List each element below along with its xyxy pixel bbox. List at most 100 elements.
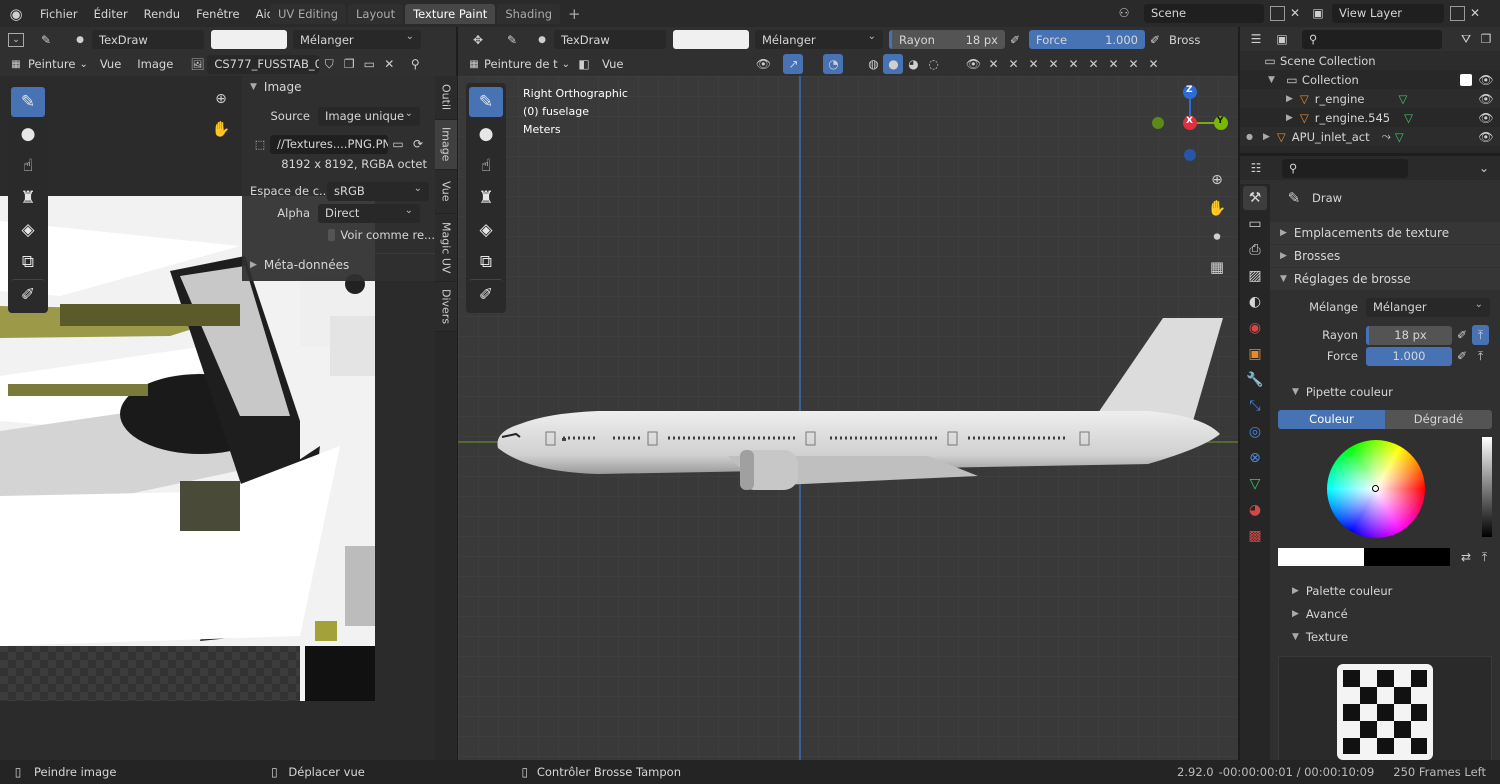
- tab-texture-paint[interactable]: Texture Paint: [405, 4, 496, 24]
- viewport-menu-vue[interactable]: Vue: [602, 57, 623, 71]
- mirror-y-icon[interactable]: ✕: [1063, 54, 1083, 74]
- palette-section[interactable]: ▶ Palette couleur: [1270, 580, 1500, 602]
- wireframe-shading-icon[interactable]: ◍: [863, 54, 883, 74]
- viewport-zoom-icon[interactable]: ⊕: [1204, 167, 1230, 193]
- y-axis-lock-icon[interactable]: ✕: [1003, 54, 1023, 74]
- constraints-tab-icon[interactable]: ⊗: [1243, 446, 1267, 470]
- outliner-row-scene-collection[interactable]: ▭ Scene Collection: [1240, 51, 1500, 70]
- close-view-layer-icon[interactable]: ✕: [1465, 3, 1485, 23]
- face-mask-icon[interactable]: ◧: [574, 54, 594, 74]
- copy-view-layer-icon[interactable]: [1450, 5, 1465, 21]
- vp-mask-tool-icon[interactable]: ⧉: [469, 247, 503, 277]
- view-as-render-checkbox[interactable]: [328, 229, 336, 241]
- colorspace-dropdown[interactable]: sRGB: [327, 181, 429, 201]
- add-workspace-button[interactable]: +: [562, 5, 587, 23]
- browse-folder-icon[interactable]: ▭: [388, 134, 408, 154]
- tab-image[interactable]: Image: [435, 120, 457, 170]
- data-tab-icon[interactable]: ▽: [1243, 472, 1267, 496]
- mode-dropdown[interactable]: Peinture de t: [484, 57, 558, 71]
- view-layer-tab-icon[interactable]: ▨: [1243, 264, 1267, 288]
- collection-visibility-icon[interactable]: 👁: [1476, 70, 1496, 90]
- gradient-tab[interactable]: Dégradé: [1385, 410, 1492, 429]
- menu-fichier[interactable]: Fichier: [40, 7, 78, 21]
- annotate-tool-icon[interactable]: ✐: [11, 279, 45, 309]
- vp-annotate-tool-icon[interactable]: ✐: [469, 279, 503, 309]
- primary-color-swatch[interactable]: [1278, 548, 1364, 566]
- secondary-color-swatch[interactable]: [1364, 548, 1450, 566]
- copy-scene-icon[interactable]: [1270, 5, 1285, 21]
- filter-icon[interactable]: ⛛: [1456, 29, 1476, 49]
- texture-preview[interactable]: [1278, 656, 1492, 768]
- view-layer-field[interactable]: View Layer: [1332, 3, 1444, 23]
- close-scene-icon[interactable]: ✕: [1285, 3, 1305, 23]
- prop-radius-slider[interactable]: 18 px: [1366, 325, 1452, 345]
- color-picker-section[interactable]: ▼ Pipette couleur: [1270, 381, 1500, 403]
- editor-type-icon[interactable]: ⌄: [8, 32, 24, 47]
- brush-menu[interactable]: Bross: [1169, 33, 1200, 47]
- menu-fenetre[interactable]: Fenêtre: [196, 7, 239, 21]
- tile-x-icon[interactable]: ✕: [1103, 54, 1123, 74]
- unlink-image-icon[interactable]: ✕: [379, 54, 399, 74]
- properties-options-icon[interactable]: ⌄: [1474, 158, 1494, 178]
- filepath-field[interactable]: //Textures....PNG.PNG: [270, 134, 388, 154]
- particles-tab-icon[interactable]: ⤡: [1243, 394, 1267, 418]
- outliner-search-input[interactable]: ⚲: [1302, 29, 1442, 49]
- brush-preview-icon-2[interactable]: ●: [532, 30, 552, 50]
- prop-radius-unit-icon[interactable]: ⤒: [1472, 325, 1489, 345]
- transform-tool-icon[interactable]: ✥: [468, 30, 488, 50]
- outliner-row-r-engine[interactable]: ▶ ▽ r_engine ▽ 👁: [1240, 89, 1500, 108]
- brush-preview-icon[interactable]: ●: [70, 30, 90, 50]
- tool-tab-icon[interactable]: ⚒: [1243, 186, 1267, 210]
- visibility-icon[interactable]: 👁: [753, 54, 773, 74]
- object-tab-icon[interactable]: ▣: [1243, 342, 1267, 366]
- render-tab-icon[interactable]: ▭: [1243, 212, 1267, 236]
- tab-outil[interactable]: Outil: [435, 76, 457, 120]
- image-name-field[interactable]: CS777_FUSSTAB_03...: [207, 54, 320, 74]
- texture-slots-section[interactable]: ▶ Emplacements de texture: [1270, 222, 1500, 244]
- color-unit-icon[interactable]: ⤒: [1476, 547, 1493, 567]
- new-image-icon[interactable]: ❐: [339, 54, 359, 74]
- clone-tool-icon[interactable]: ♜: [11, 183, 45, 213]
- pan-hand-icon[interactable]: ✋: [208, 116, 234, 142]
- outliner-row-collection[interactable]: ▼ ▭ Collection 👁: [1240, 70, 1500, 89]
- viewport-pan-icon[interactable]: ✋: [1204, 195, 1230, 221]
- metadata-section-header[interactable]: ▶ Méta-données: [242, 253, 435, 275]
- brush-color-swatch[interactable]: [211, 30, 287, 49]
- mirror-x-icon[interactable]: ✕: [1043, 54, 1063, 74]
- properties-editor-icon[interactable]: ☷: [1246, 158, 1266, 178]
- physics-tab-icon[interactable]: ◎: [1243, 420, 1267, 444]
- scene-icon[interactable]: ⚇: [1114, 3, 1134, 23]
- vp-clone-tool-icon[interactable]: ♜: [469, 183, 503, 213]
- color-tab[interactable]: Couleur: [1278, 410, 1385, 429]
- x-axis-lock-icon[interactable]: ✕: [983, 54, 1003, 74]
- tab-magic-uv[interactable]: Magic UV: [435, 214, 457, 282]
- open-image-icon[interactable]: ▭: [359, 54, 379, 74]
- vp-draw-tool-icon[interactable]: ✎: [469, 87, 503, 117]
- overlay-toggle-icon[interactable]: ◔: [823, 54, 844, 74]
- camera-view-icon[interactable]: ⏺: [1204, 224, 1230, 250]
- viewport-brush-name-field[interactable]: TexDraw: [554, 30, 666, 49]
- brush-name-field[interactable]: TexDraw: [92, 30, 204, 49]
- material-shading-icon[interactable]: ◕: [903, 54, 923, 74]
- pin-icon[interactable]: ⚲: [405, 54, 425, 74]
- prop-radius-pressure-icon[interactable]: ✐: [1452, 325, 1472, 345]
- tab-shading[interactable]: Shading: [497, 4, 561, 24]
- apu-visibility-icon[interactable]: 👁: [1476, 127, 1496, 147]
- rendered-shading-icon[interactable]: ◌: [923, 54, 943, 74]
- swap-colors-icon[interactable]: ⇄: [1456, 547, 1476, 567]
- scene-name-field[interactable]: Scene: [1144, 3, 1264, 23]
- paint-mode-dropdown[interactable]: Peinture: [28, 57, 75, 71]
- viewport-blend-dropdown[interactable]: Mélanger: [755, 30, 883, 49]
- tab-uv-editing[interactable]: UV Editing: [270, 4, 346, 24]
- vp-fill-tool-icon[interactable]: ◈: [469, 215, 503, 245]
- draw-tool-icon[interactable]: ✎: [11, 87, 45, 117]
- modifier-tab-icon[interactable]: 🔧: [1243, 368, 1267, 392]
- prop-force-unit-icon[interactable]: ⤒: [1472, 346, 1489, 366]
- blender-logo-icon[interactable]: ◉: [6, 4, 26, 24]
- vp-soften-tool-icon[interactable]: ●: [469, 119, 503, 149]
- tile-y-icon[interactable]: ✕: [1123, 54, 1143, 74]
- tab-vue[interactable]: Vue: [435, 170, 457, 214]
- fill-tool-icon[interactable]: ◈: [11, 215, 45, 245]
- vp-smear-tool-icon[interactable]: ☝: [469, 151, 503, 181]
- toggle-ortho-icon[interactable]: ▦: [1204, 254, 1230, 280]
